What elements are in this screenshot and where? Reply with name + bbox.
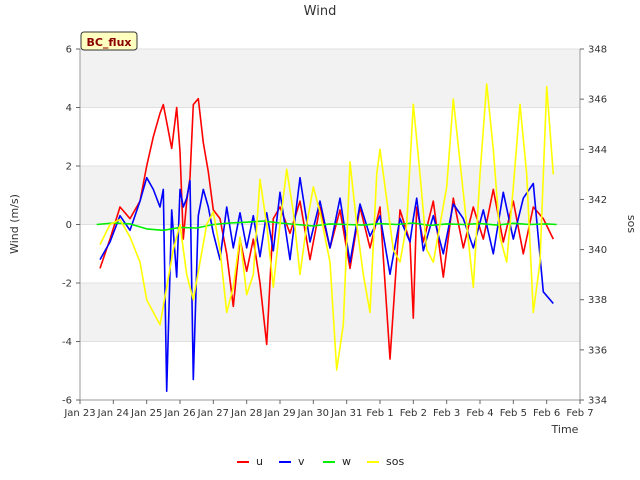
y-tick-label: 4 [66,103,72,114]
y-tick-label: 6 [66,45,72,56]
legend-label-w: w [342,455,351,468]
x-tick-label: Feb 3 [433,408,460,419]
legend-label-v: v [298,455,305,468]
y2-axis-label: sos [625,215,638,233]
x-tick-label: Jan 24 [97,408,129,419]
x-axis-label: Time [551,423,579,436]
plot-band [80,107,580,166]
x-tick-label: Jan 28 [230,408,262,419]
x-tick-label: Jan 23 [63,408,95,419]
legend-label-sos: sos [386,455,404,468]
y-tick-label: -2 [62,279,72,290]
x-tick-label: Feb 4 [466,408,493,419]
x-tick-label: Jan 31 [330,408,362,419]
y2-tick-label: 344 [588,145,607,156]
chart-title: Wind [304,4,337,19]
legend-label-u: u [256,455,263,468]
y2-tick-label: 348 [588,45,607,56]
x-tick-label: Feb 6 [533,408,560,419]
y-tick-label: 2 [66,162,72,173]
x-tick-labels: Jan 23 Jan 24 Jan 25 Jan 26 Jan 27 Jan 28 Jan … [63,408,593,419]
badge-text: BC_flux [86,36,131,49]
y2-tick-label: 336 [588,345,607,356]
plot-band [80,283,580,342]
x-tick-label: Jan 25 [130,408,162,419]
legend: u v w sos [237,455,404,468]
x-tick-label: Jan 27 [197,408,229,419]
plot-band [80,341,580,400]
wind-chart: Wind Jan 23 Jan 24 Jan 25 Jan 26 Jan 27 Jan 2… [8,4,638,468]
y2-tick-label: 342 [588,195,607,206]
y2-tick-label: 346 [588,95,607,106]
y2-tick-label: 334 [588,396,607,407]
x-tick-label: Jan 29 [263,408,295,419]
x-tick-label: Feb 2 [400,408,427,419]
y-tick-label: -6 [62,396,72,407]
badge: BC_flux [80,31,138,51]
y-tick-label: 0 [66,220,72,231]
y-axis-label: Wind (m/s) [8,194,21,254]
y-tick-label: -4 [62,337,72,348]
x-tick-label: Jan 26 [163,408,195,419]
y2-tick-label: 338 [588,295,607,306]
x-tick-label: Jan 30 [297,408,329,419]
x-tick-label: Feb 5 [500,408,527,419]
plot-band [80,49,580,108]
y2-tick-label: 340 [588,245,607,256]
x-tick-label: Feb 7 [566,408,593,419]
y-tick-labels: -6 -4 -2 0 2 4 6 [62,45,72,407]
y2-tick-labels: 334 336 338 340 342 344 346 348 [588,45,607,407]
x-tick-label: Feb 1 [366,408,393,419]
